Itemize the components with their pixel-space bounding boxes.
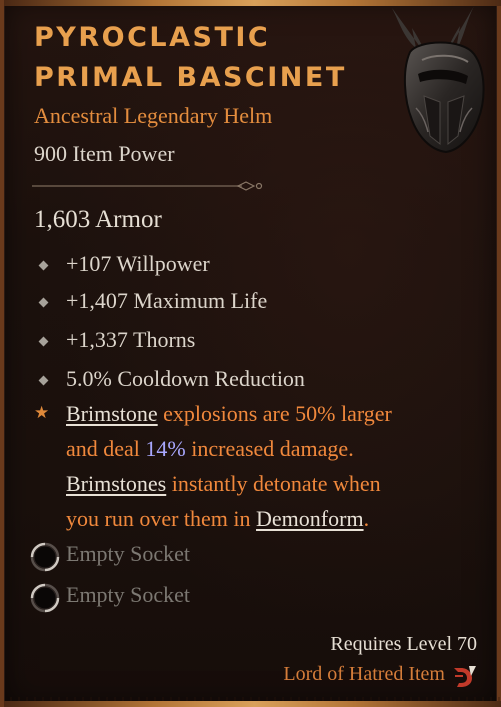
aspect-line-2: and deal 14% increased damage.: [66, 436, 354, 461]
diamond-bullet-icon: [38, 336, 49, 347]
item-power: 900 Item Power: [34, 141, 175, 166]
tooltip-bottom-frame: [4, 701, 501, 707]
diamond-bullet-icon: [38, 375, 49, 386]
empty-socket-icon: [30, 583, 60, 613]
aspect-line-1: Brimstone explosions are 50% larger: [66, 401, 392, 426]
affix-text: +1,337 Thorns: [66, 327, 196, 352]
expansion-label: Lord of Hatred Item: [283, 663, 445, 685]
socket-label: Empty Socket: [66, 541, 191, 566]
helm-art: [392, 6, 485, 154]
keyword-demonform[interactable]: Demonform: [256, 506, 364, 531]
keyword-brimstone[interactable]: Brimstone: [66, 401, 158, 426]
aspect-line-3: Brimstones instantly detonate when: [66, 471, 381, 496]
section-divider: [32, 181, 263, 191]
affix-text: +1,407 Maximum Life: [66, 288, 268, 313]
item-name-line1: PYROCLASTIC: [34, 22, 271, 53]
diamond-bullet-icon: [38, 260, 49, 271]
armor-value: 1,603 Armor: [34, 206, 162, 233]
item-tooltip: PYROCLASTIC PRIMAL BASCINET Ancestral Le…: [0, 0, 501, 707]
item-name-line2: PRIMAL BASCINET: [34, 62, 347, 93]
highlight-number: 14%: [145, 436, 186, 461]
affix-text: 5.0% Cooldown Reduction: [66, 366, 305, 391]
star-icon: ★: [34, 403, 50, 423]
item-name: PYROCLASTIC PRIMAL BASCINET: [34, 18, 364, 98]
diamond-bullet-icon: [38, 297, 49, 308]
empty-socket-icon: [30, 542, 60, 572]
level-requirement: Requires Level 70: [330, 633, 477, 655]
socket-label: Empty Socket: [66, 582, 191, 607]
aspect-line-4: you run over them in Demonform.: [66, 506, 370, 531]
affix-text: +107 Willpower: [66, 251, 210, 276]
expansion-logo-icon: [454, 666, 476, 687]
keyword-brimstones[interactable]: Brimstones: [66, 471, 166, 496]
item-type: Ancestral Legendary Helm: [34, 103, 273, 128]
